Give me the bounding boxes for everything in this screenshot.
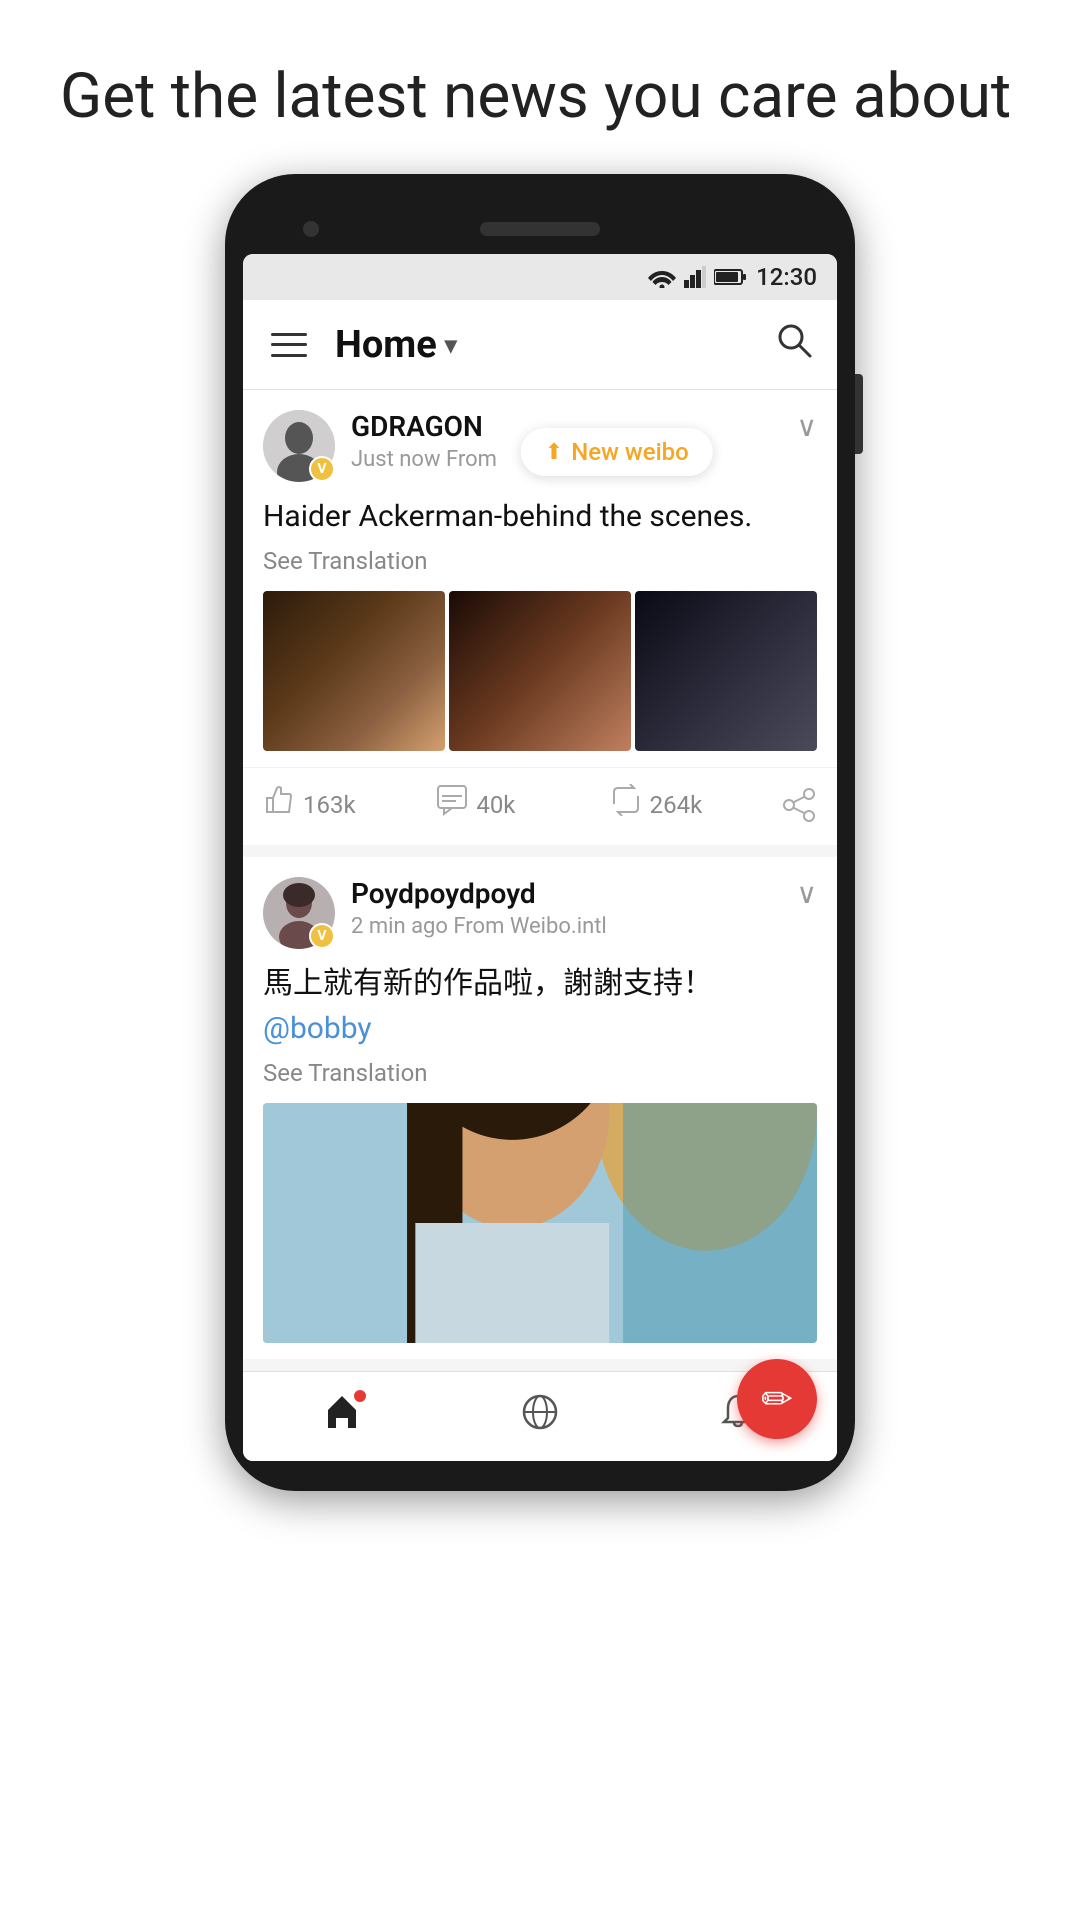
- post-2-time: 2 min ago From Weibo.intl: [351, 914, 797, 939]
- page-headline: Get the latest news you care about: [60, 60, 1020, 134]
- phone-frame: 12:30 Home ▾: [225, 174, 855, 1491]
- post-card: ⬆ New weibo: [243, 390, 837, 845]
- post-1-vip-badge: V: [309, 456, 335, 482]
- discover-icon: [520, 1392, 560, 1442]
- nav-bar: Home ▾: [243, 300, 837, 390]
- post-1-content: Haider Ackerman-behind the scenes. See T…: [243, 494, 837, 591]
- phone-top-bar: [243, 204, 837, 254]
- nav-dropdown-arrow[interactable]: ▾: [445, 331, 457, 359]
- post-1-actions: 163k: [243, 767, 837, 845]
- status-icons: [648, 266, 746, 288]
- post-1-header: ⬆ New weibo: [243, 390, 837, 494]
- post-1-image-1[interactable]: [263, 591, 445, 751]
- post-2-image-area: ✏: [243, 1103, 837, 1359]
- post-1-images: [243, 591, 837, 767]
- post-1-image-2[interactable]: [449, 591, 631, 751]
- post-1-comment-count: 40k: [476, 791, 515, 819]
- feed: ⬆ New weibo: [243, 390, 837, 1359]
- post-2-content: 馬上就有新的作品啦，謝謝支持！ @bobby See Translation: [243, 961, 837, 1103]
- post-2-see-translation[interactable]: See Translation: [263, 1059, 817, 1087]
- nav-title: Home ▾: [335, 323, 457, 367]
- post-1-comment-button[interactable]: 40k: [436, 784, 609, 825]
- new-weibo-label: New weibo: [571, 438, 689, 466]
- page-wrapper: Get the latest news you care about: [0, 0, 1080, 1491]
- menu-line-3: [271, 354, 307, 357]
- post-2-avatar[interactable]: V: [263, 877, 335, 949]
- post-2-text: 馬上就有新的作品啦，謝謝支持！ @bobby: [263, 961, 817, 1051]
- bottom-nav-home[interactable]: [322, 1392, 362, 1442]
- post-1-expand[interactable]: ∨: [797, 410, 818, 443]
- compose-fab-button[interactable]: ✏: [737, 1359, 817, 1439]
- like-icon: [263, 784, 295, 825]
- bottom-nav-discover[interactable]: [520, 1392, 560, 1442]
- post-1-like-button[interactable]: 163k: [263, 784, 436, 825]
- search-button[interactable]: [775, 321, 813, 369]
- menu-line-1: [271, 333, 307, 336]
- page-header: Get the latest news you care about: [0, 0, 1080, 174]
- menu-button[interactable]: [267, 323, 311, 367]
- wifi-icon: [648, 266, 676, 288]
- post-1-share-button[interactable]: [783, 788, 817, 822]
- comment-icon: [436, 784, 468, 825]
- post-1-see-translation[interactable]: See Translation: [263, 547, 817, 575]
- post-2-vip-badge: V: [309, 923, 335, 949]
- post-1-avatar[interactable]: V: [263, 410, 335, 482]
- post-2-mention[interactable]: @bobby: [263, 1011, 372, 1046]
- phone-screen: 12:30 Home ▾: [243, 254, 837, 1461]
- compose-icon: ✏: [761, 1377, 793, 1422]
- post-2-expand[interactable]: ∨: [797, 877, 818, 910]
- post-1-image-3[interactable]: [635, 591, 817, 751]
- nav-title-text: Home: [335, 323, 437, 367]
- post-1-like-count: 163k: [303, 791, 356, 819]
- post-2-card: V Poydpoydpoyd 2 min ago From Weibo.intl: [243, 857, 837, 1359]
- status-time: 12:30: [756, 263, 817, 291]
- phone-side-button: [855, 374, 863, 454]
- phone-camera: [303, 221, 319, 237]
- home-notification-dot: [354, 1390, 366, 1402]
- phone-wrapper: 12:30 Home ▾: [0, 174, 1080, 1491]
- post-2-username[interactable]: Poydpoydpoyd: [351, 877, 797, 910]
- new-weibo-badge[interactable]: ⬆ New weibo: [521, 428, 713, 476]
- post-1-repost-button[interactable]: 264k: [610, 784, 783, 825]
- post-1-repost-count: 264k: [650, 791, 703, 819]
- battery-icon: [714, 268, 746, 286]
- post-2-meta: Poydpoydpoyd 2 min ago From Weibo.intl: [351, 877, 797, 939]
- post-2-header: V Poydpoydpoyd 2 min ago From Weibo.intl: [243, 857, 837, 961]
- new-weibo-arrow-icon: ⬆: [545, 440, 563, 465]
- post-2-image-1[interactable]: [263, 1103, 817, 1343]
- status-bar: 12:30: [243, 254, 837, 300]
- menu-line-2: [271, 343, 307, 346]
- repost-icon: [610, 784, 642, 825]
- signal-icon: [684, 266, 706, 288]
- phone-speaker: [480, 222, 600, 236]
- post-2-images: [243, 1103, 837, 1359]
- post-1-text: Haider Ackerman-behind the scenes.: [263, 494, 817, 539]
